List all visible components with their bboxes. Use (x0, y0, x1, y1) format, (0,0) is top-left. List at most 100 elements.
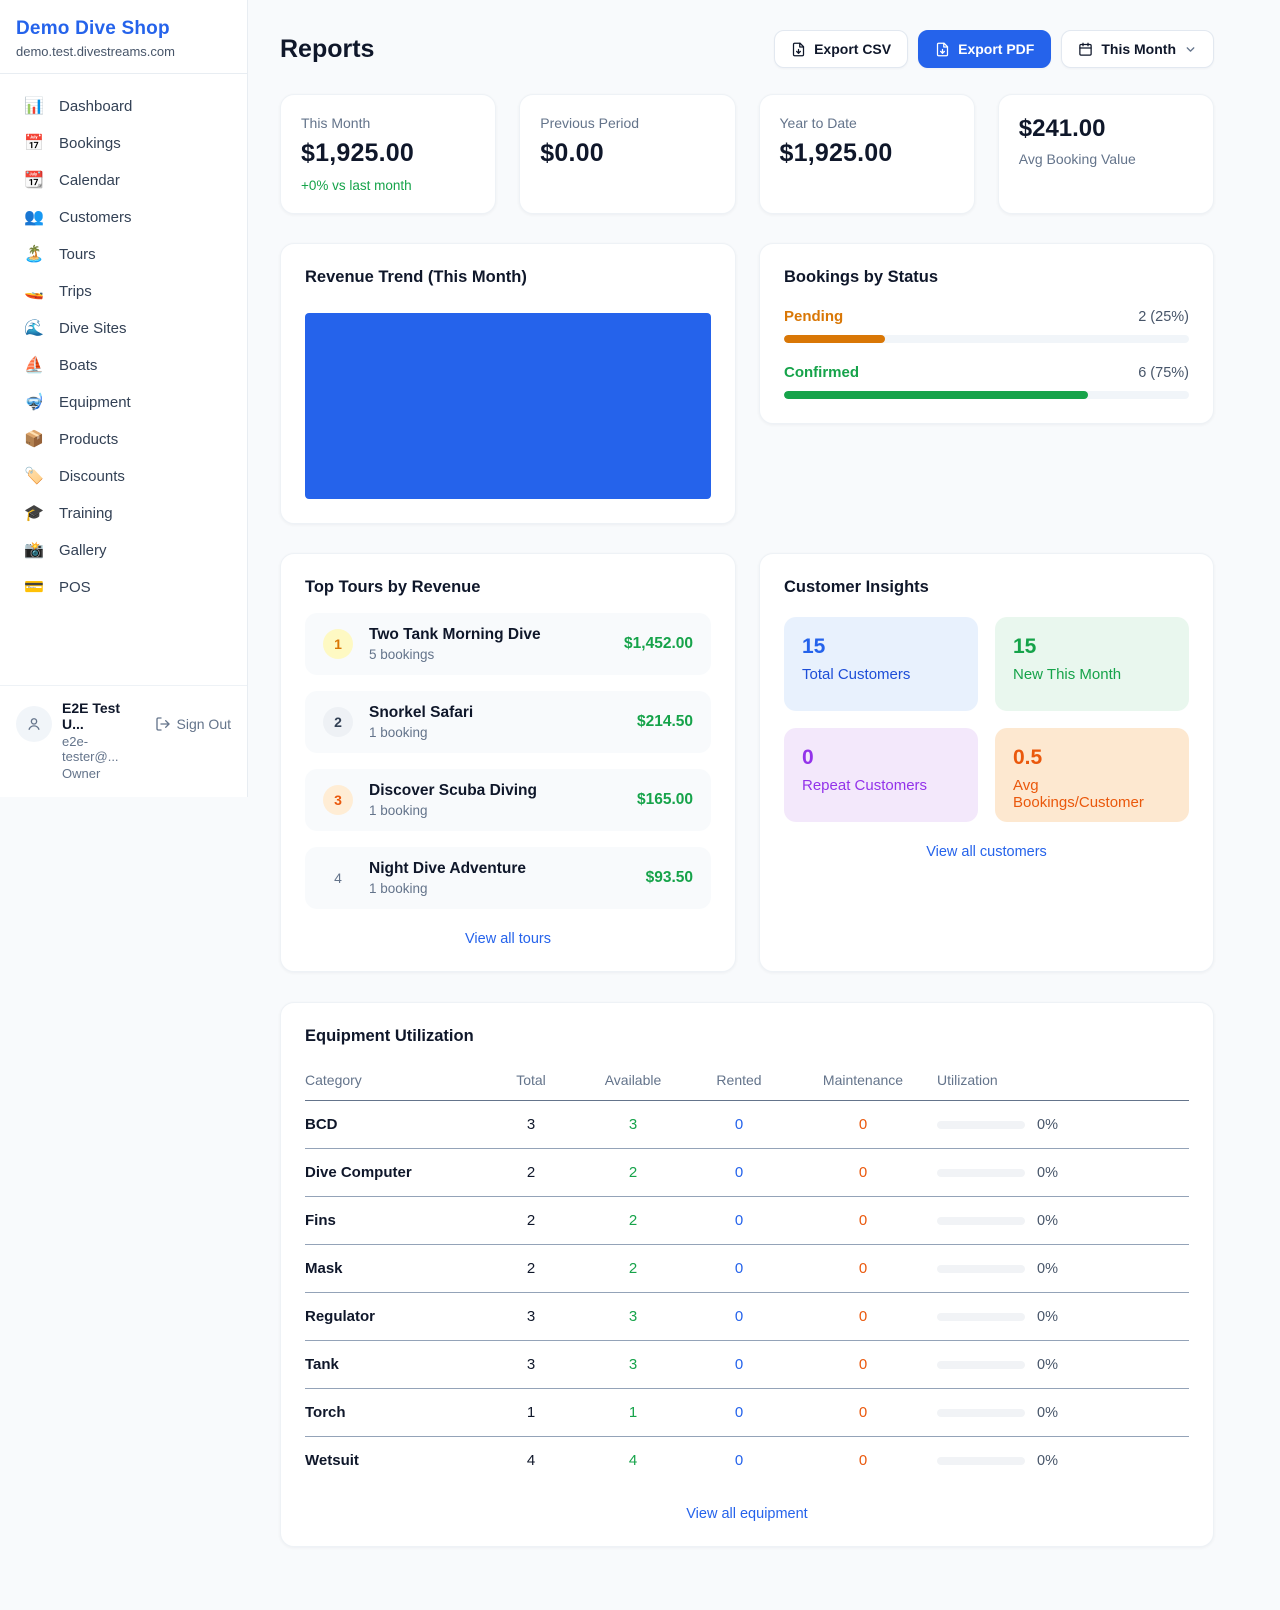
period-dropdown[interactable]: This Month (1061, 30, 1214, 68)
cell-total: 2 (485, 1149, 577, 1197)
tile-label: Repeat Customers (802, 777, 960, 794)
cell-utilization: 0% (937, 1389, 1189, 1437)
sidebar-item-discounts[interactable]: 🏷️ Discounts (0, 458, 247, 495)
sidebar-item-trips[interactable]: 🚤 Trips (0, 273, 247, 310)
utilization-track (937, 1265, 1025, 1273)
table-row: Mask 2 2 0 0 0% (305, 1245, 1189, 1293)
graduation-cap-icon: 🎓 (24, 506, 44, 522)
package-icon: 📦 (24, 432, 44, 448)
sign-out-button[interactable]: Sign Out (155, 716, 231, 732)
sidebar-item-bookings[interactable]: 📅 Bookings (0, 125, 247, 162)
sidebar-item-products[interactable]: 📦 Products (0, 421, 247, 458)
cell-utilization: 0% (937, 1437, 1189, 1485)
cell-rented: 0 (689, 1341, 789, 1389)
cell-rented: 0 (689, 1101, 789, 1149)
tile-value: 15 (1013, 635, 1171, 659)
user-meta: E2E Test U... e2e-tester@... Owner (62, 700, 145, 781)
stats-row: This Month $1,925.00 +0% vs last month P… (280, 94, 1214, 214)
utilization-percent: 0% (1037, 1165, 1058, 1181)
user-email: e2e-tester@... (62, 734, 145, 764)
sidebar-item-pos[interactable]: 💳 POS (0, 569, 247, 606)
tour-bookings: 1 booking (369, 803, 621, 818)
sign-out-icon (155, 716, 171, 732)
charts-row: Revenue Trend (This Month) Bookings by S… (280, 243, 1214, 524)
cell-category: Wetsuit (305, 1437, 485, 1485)
stat-label: Avg Booking Value (1019, 151, 1193, 167)
top-tours-title: Top Tours by Revenue (305, 578, 711, 597)
file-download-icon (791, 42, 806, 57)
calendar-icon: 📆 (24, 173, 44, 189)
sidebar-item-label: Products (59, 431, 118, 448)
cell-utilization: 0% (937, 1245, 1189, 1293)
page-title: Reports (280, 35, 374, 64)
status-progress-track (784, 335, 1189, 343)
sidebar-item-label: POS (59, 579, 91, 596)
view-all-equipment-link[interactable]: View all equipment (305, 1506, 1189, 1522)
sidebar-item-label: Dashboard (59, 98, 132, 115)
tour-name: Snorkel Safari (369, 704, 621, 722)
tour-bookings: 1 booking (369, 725, 621, 740)
tour-revenue: $165.00 (637, 791, 693, 809)
sign-out-label: Sign Out (177, 716, 231, 732)
cell-available: 2 (577, 1197, 689, 1245)
stat-label: Previous Period (540, 115, 714, 131)
avatar (16, 706, 52, 742)
person-icon (25, 715, 43, 733)
tour-name: Two Tank Morning Dive (369, 626, 608, 644)
insights-row: Top Tours by Revenue 1 Two Tank Morning … (280, 553, 1214, 972)
sidebar-item-equipment[interactable]: 🤿 Equipment (0, 384, 247, 421)
status-row-pending: Pending 2 (25%) (784, 308, 1189, 343)
tile-value: 0.5 (1013, 746, 1171, 770)
sidebar-item-boats[interactable]: ⛵ Boats (0, 347, 247, 384)
cell-category: Dive Computer (305, 1149, 485, 1197)
export-csv-label: Export CSV (814, 41, 891, 57)
bookings-by-status-card: Bookings by Status Pending 2 (25%) Confi… (759, 243, 1214, 424)
stat-label: Year to Date (780, 115, 954, 131)
tour-revenue: $214.50 (637, 713, 693, 731)
sidebar-item-label: Training (59, 505, 113, 522)
cell-utilization: 0% (937, 1341, 1189, 1389)
island-icon: 🏝️ (24, 247, 44, 263)
cell-category: BCD (305, 1101, 485, 1149)
stat-label: This Month (301, 115, 475, 131)
period-label: This Month (1101, 41, 1176, 57)
brand-block: Demo Dive Shop demo.test.divestreams.com (0, 0, 247, 74)
rank-badge: 3 (323, 785, 353, 815)
export-pdf-button[interactable]: Export PDF (918, 30, 1051, 68)
utilization-track (937, 1409, 1025, 1417)
user-name: E2E Test U... (62, 700, 145, 732)
tour-row[interactable]: 4 Night Dive Adventure 1 booking $93.50 (305, 847, 711, 909)
sidebar-item-dashboard[interactable]: 📊 Dashboard (0, 88, 247, 125)
tour-bookings: 5 bookings (369, 647, 608, 662)
shop-domain: demo.test.divestreams.com (16, 44, 231, 59)
sidebar-item-customers[interactable]: 👥 Customers (0, 199, 247, 236)
tile-repeat-customers: 0 Repeat Customers (784, 728, 978, 822)
file-download-icon (935, 42, 950, 57)
export-csv-button[interactable]: Export CSV (774, 30, 908, 68)
tile-label: Total Customers (802, 666, 960, 683)
view-all-tours-link[interactable]: View all tours (305, 931, 711, 947)
sidebar-item-gallery[interactable]: 📸 Gallery (0, 532, 247, 569)
sidebar-item-training[interactable]: 🎓 Training (0, 495, 247, 532)
view-all-customers-link[interactable]: View all customers (784, 844, 1189, 860)
tour-revenue: $1,452.00 (624, 635, 693, 653)
shop-name: Demo Dive Shop (16, 18, 231, 40)
tour-row[interactable]: 1 Two Tank Morning Dive 5 bookings $1,45… (305, 613, 711, 675)
sidebar-item-calendar[interactable]: 📆 Calendar (0, 162, 247, 199)
cell-available: 2 (577, 1245, 689, 1293)
sidebar-item-label: Discounts (59, 468, 125, 485)
tour-row[interactable]: 3 Discover Scuba Diving 1 booking $165.0… (305, 769, 711, 831)
tour-row[interactable]: 2 Snorkel Safari 1 booking $214.50 (305, 691, 711, 753)
cell-maintenance: 0 (789, 1149, 937, 1197)
sidebar-item-label: Dive Sites (59, 320, 127, 337)
sidebar-item-label: Bookings (59, 135, 121, 152)
sidebar-item-tours[interactable]: 🏝️ Tours (0, 236, 247, 273)
header-actions: Export CSV Export PDF This Month (774, 30, 1214, 68)
main-content: Reports Export CSV Export PDF (248, 0, 1280, 1589)
page-header: Reports Export CSV Export PDF (280, 30, 1214, 68)
stat-card-this-month: This Month $1,925.00 +0% vs last month (280, 94, 496, 214)
rank-badge: 2 (323, 707, 353, 737)
utilization-percent: 0% (1037, 1261, 1058, 1277)
utilization-track (937, 1313, 1025, 1321)
sidebar-item-dive-sites[interactable]: 🌊 Dive Sites (0, 310, 247, 347)
